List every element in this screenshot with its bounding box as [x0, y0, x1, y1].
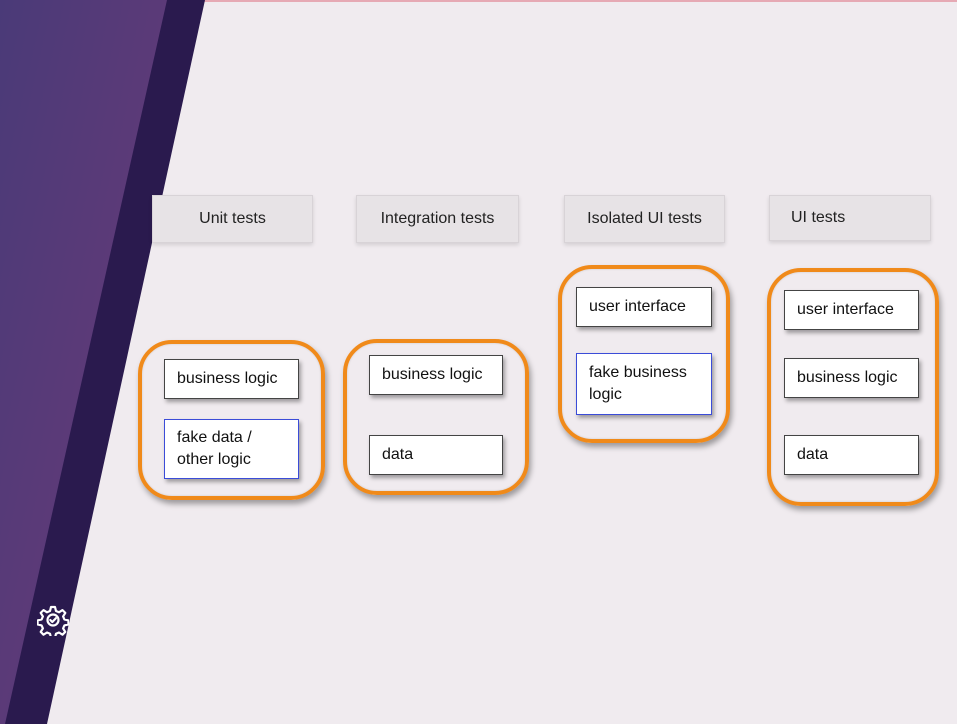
isolated-user-interface-box: user interface	[576, 287, 712, 327]
header-unit-tests: Unit tests	[152, 195, 313, 243]
ui-data-box: data	[784, 435, 919, 475]
header-ui-tests: UI tests	[769, 195, 931, 241]
settings-gear-icon[interactable]	[36, 604, 70, 639]
ui-user-interface-box: user interface	[784, 290, 919, 330]
integration-business-logic-box: business logic	[369, 355, 503, 395]
integration-data-box: data	[369, 435, 503, 475]
unit-business-logic-box: business logic	[164, 359, 299, 399]
header-integration-tests: Integration tests	[356, 195, 519, 243]
isolated-fake-business-logic-box: fake business logic	[576, 353, 712, 415]
unit-fake-data-box: fake data / other logic	[164, 419, 299, 479]
header-isolated-ui-tests: Isolated UI tests	[564, 195, 725, 243]
ui-business-logic-box: business logic	[784, 358, 919, 398]
settings-gear-glyph	[36, 605, 70, 639]
